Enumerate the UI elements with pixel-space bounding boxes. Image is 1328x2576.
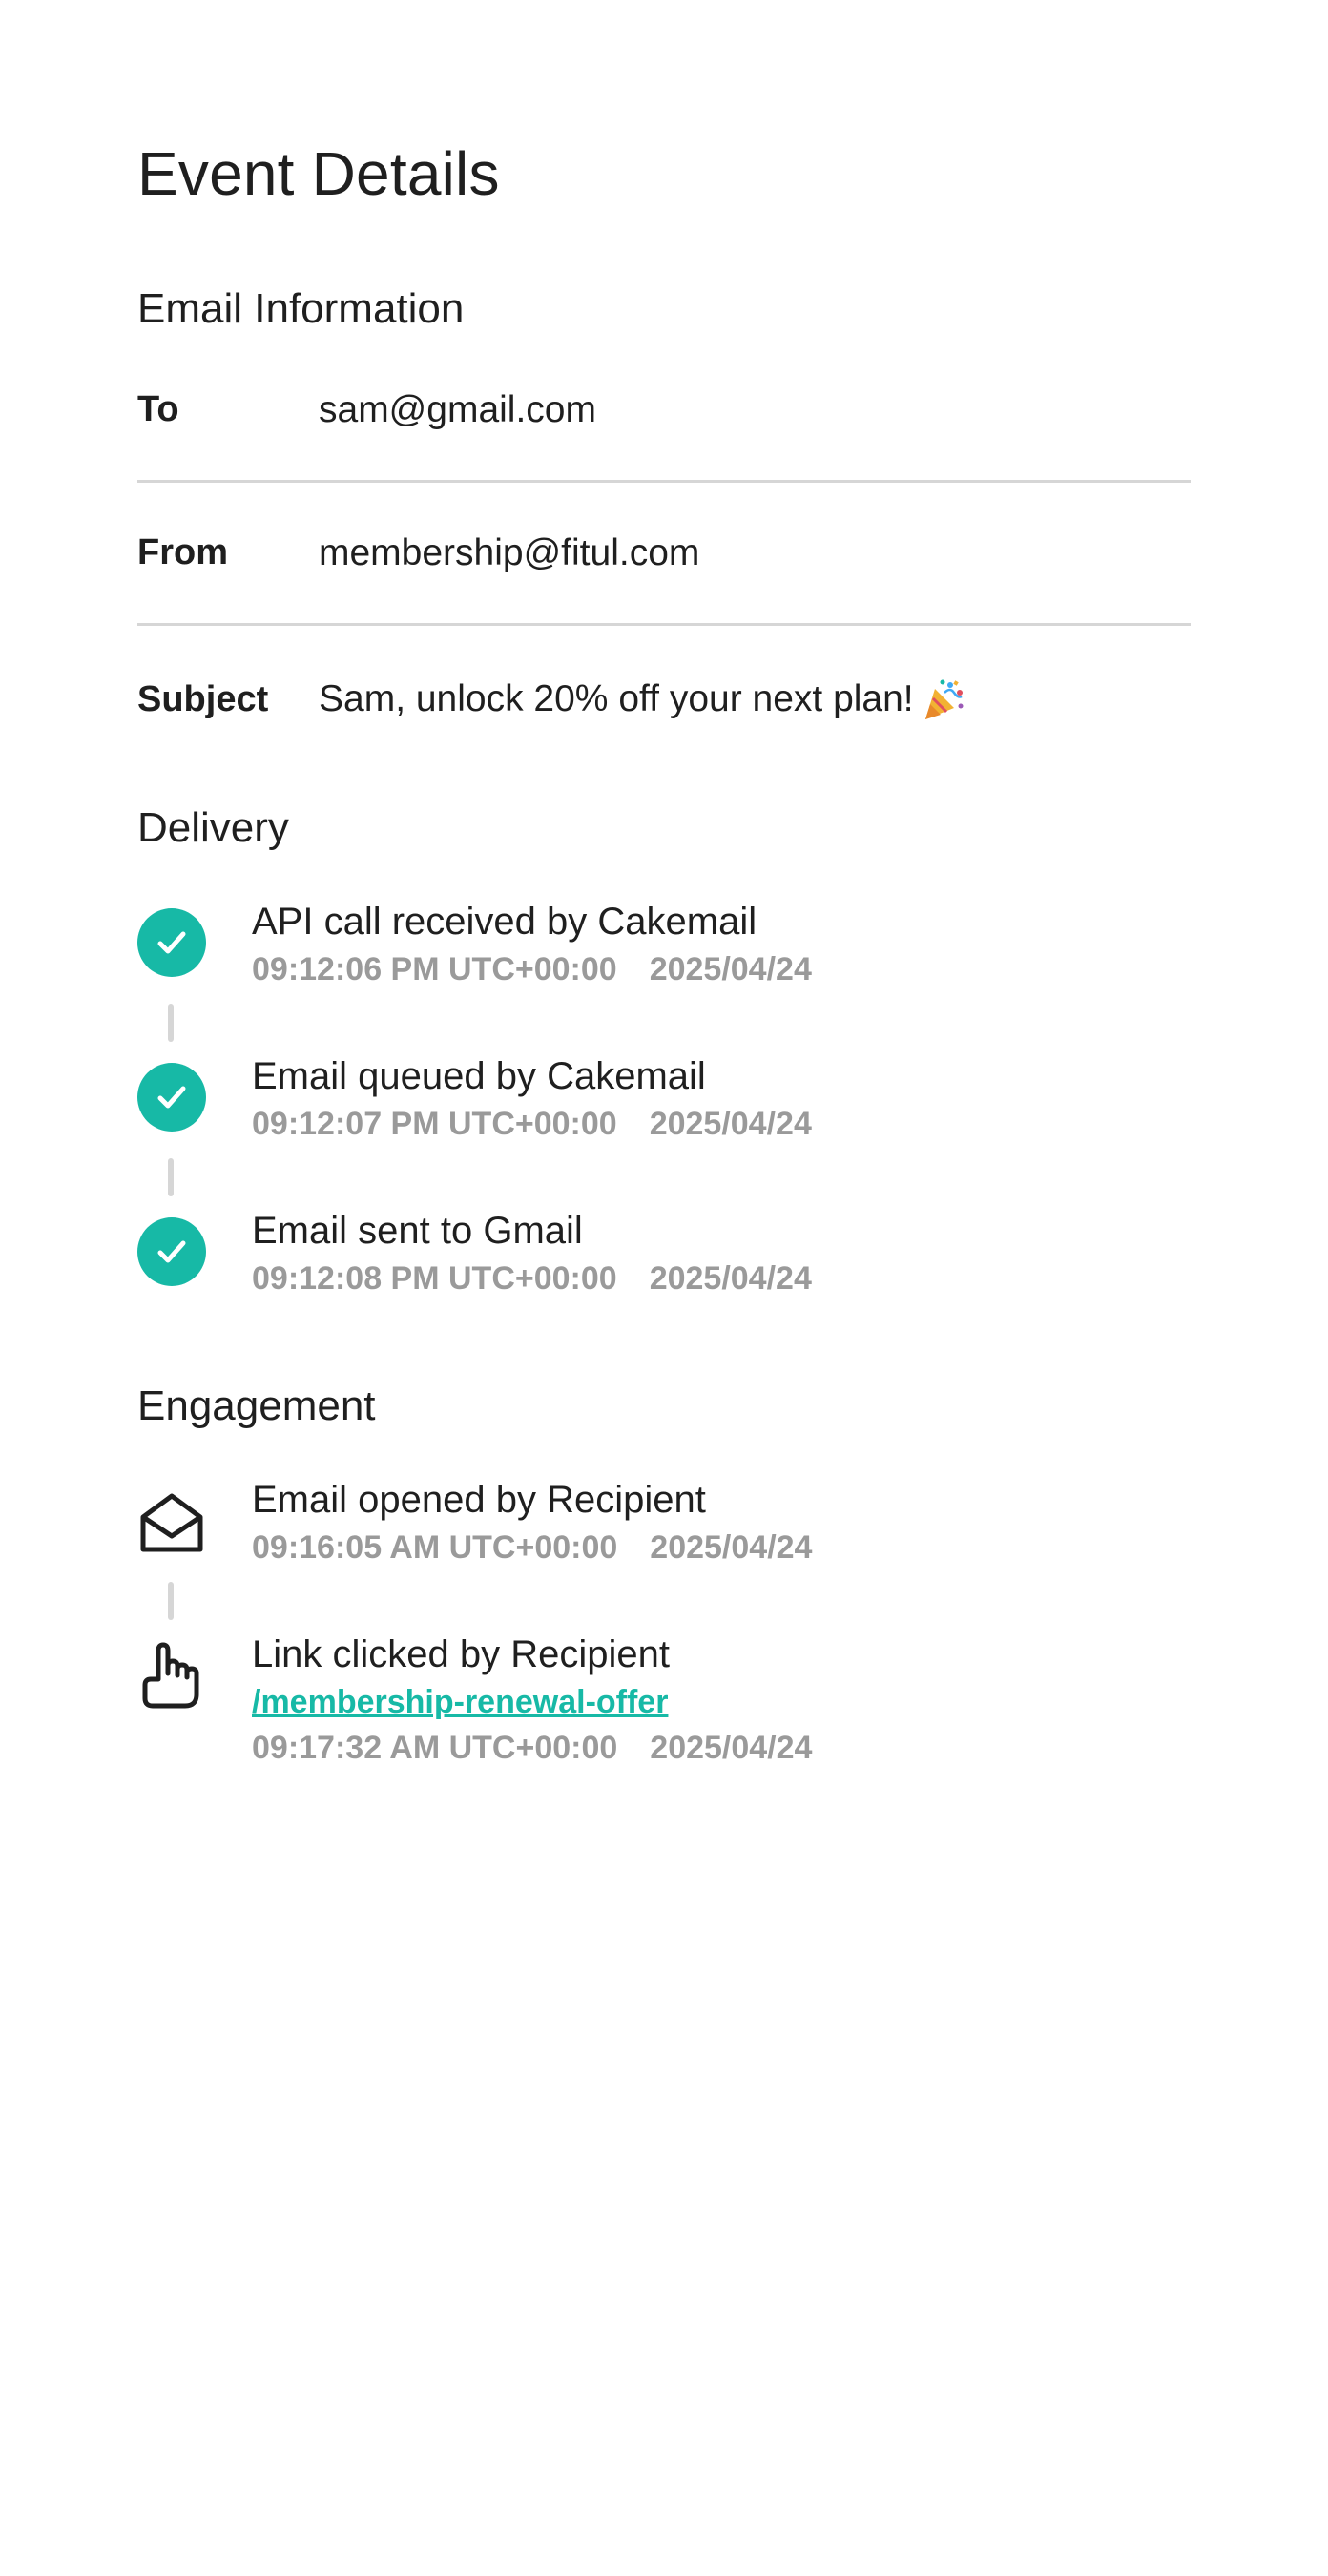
event-time: 09:12:07 PM UTC+00:00 (252, 1106, 617, 1142)
from-label: From (137, 532, 228, 572)
event-date: 2025/04/24 (650, 1529, 813, 1566)
to-label: To (137, 389, 179, 429)
from-value: membership@fitul.com (319, 531, 700, 573)
event-body: Email queued by Cakemail 09:12:07 PM UTC… (252, 1051, 812, 1147)
event-time: 09:12:06 PM UTC+00:00 (252, 951, 617, 987)
subject-value: Sam, unlock 20% off your next plan! (319, 677, 965, 721)
event-title: Email opened by Recipient (252, 1479, 706, 1521)
event-timestamp: 09:12:08 PM UTC+00:00 2025/04/24 (252, 1256, 812, 1301)
delivery-heading: Delivery (137, 804, 289, 851)
check-circle-icon (137, 908, 206, 977)
check-circle-icon (137, 1063, 206, 1132)
event-title: Link clicked by Recipient (252, 1633, 670, 1675)
event-timestamp: 09:12:06 PM UTC+00:00 2025/04/24 (252, 946, 812, 992)
event-title: Email sent to Gmail (252, 1210, 583, 1252)
event-body: Link clicked by Recipient /membership-re… (252, 1630, 812, 1771)
event-title: API call received by Cakemail (252, 901, 757, 943)
event-details-page: Event Details Email Information To sam@g… (0, 0, 1328, 2576)
event-date: 2025/04/24 (650, 1730, 813, 1766)
subject-row: Subject Sam, unlock 20% off your next pl… (137, 628, 1191, 771)
event-date: 2025/04/24 (649, 1260, 812, 1297)
engagement-heading: Engagement (137, 1382, 376, 1429)
event-timestamp: 09:16:05 AM UTC+00:00 2025/04/24 (252, 1525, 812, 1570)
timeline-connector (168, 1582, 174, 1620)
timeline-connector (168, 1158, 174, 1196)
check-circle-icon (137, 1217, 206, 1286)
to-row: To sam@gmail.com (137, 340, 1191, 483)
clicked-link[interactable]: /membership-renewal-offer (252, 1679, 812, 1725)
event-time: 09:16:05 AM UTC+00:00 (252, 1529, 618, 1566)
from-row: From membership@fitul.com (137, 483, 1191, 626)
timeline-connector (168, 1004, 174, 1042)
open-envelope-icon (137, 1488, 206, 1557)
to-value: sam@gmail.com (319, 388, 596, 430)
event-body: Email sent to Gmail 09:12:08 PM UTC+00:0… (252, 1206, 812, 1301)
event-title: Email queued by Cakemail (252, 1055, 706, 1097)
party-popper-icon (922, 677, 965, 721)
event-time: 09:17:32 AM UTC+00:00 (252, 1730, 618, 1766)
subject-label: Subject (137, 678, 269, 719)
event-body: Email opened by Recipient 09:16:05 AM UT… (252, 1475, 812, 1570)
subject-text: Sam, unlock 20% off your next plan! (319, 678, 914, 719)
email-information-heading: Email Information (137, 285, 465, 332)
event-timestamp: 09:12:07 PM UTC+00:00 2025/04/24 (252, 1101, 812, 1147)
event-timestamp: 09:17:32 AM UTC+00:00 2025/04/24 (252, 1725, 812, 1771)
event-body: API call received by Cakemail 09:12:06 P… (252, 897, 812, 992)
page-title: Event Details (137, 139, 500, 208)
pointing-hand-icon (137, 1641, 206, 1710)
event-date: 2025/04/24 (649, 951, 812, 987)
event-time: 09:12:08 PM UTC+00:00 (252, 1260, 617, 1297)
event-date: 2025/04/24 (649, 1106, 812, 1142)
